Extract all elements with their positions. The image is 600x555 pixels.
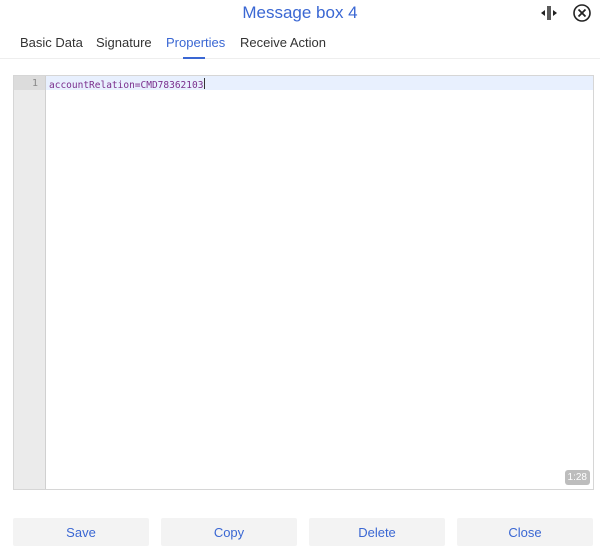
code-line-text: accountRelation=CMD78362103 — [49, 80, 204, 91]
close-circle-icon[interactable] — [571, 2, 593, 24]
cursor-position-badge: 1:28 — [564, 470, 590, 485]
tab-basic-data[interactable]: Basic Data — [20, 35, 83, 50]
copy-button[interactable]: Copy — [161, 518, 297, 546]
dialog-title: Message box 4 — [242, 3, 358, 22]
dialog-header: Message box 4 — [0, 0, 600, 26]
split-resize-icon[interactable] — [538, 2, 560, 24]
text-caret — [204, 78, 206, 89]
properties-editor[interactable]: 1 accountRelation=CMD78362103 1:28 — [13, 75, 594, 490]
code-line[interactable]: accountRelation=CMD78362103 — [49, 78, 206, 91]
tab-signature[interactable]: Signature — [96, 35, 152, 50]
line-number: 1 — [31, 78, 38, 89]
line-number-gutter: 1 — [14, 76, 46, 489]
active-tab-indicator — [183, 57, 205, 59]
tab-properties[interactable]: Properties — [166, 35, 225, 50]
delete-button[interactable]: Delete — [309, 518, 445, 546]
save-button[interactable]: Save — [13, 518, 149, 546]
close-button[interactable]: Close — [457, 518, 593, 546]
tab-receive-action[interactable]: Receive Action — [240, 35, 326, 50]
tab-bar: Basic Data Signature Properties Receive … — [0, 26, 600, 59]
code-area[interactable]: accountRelation=CMD78362103 — [46, 76, 593, 489]
